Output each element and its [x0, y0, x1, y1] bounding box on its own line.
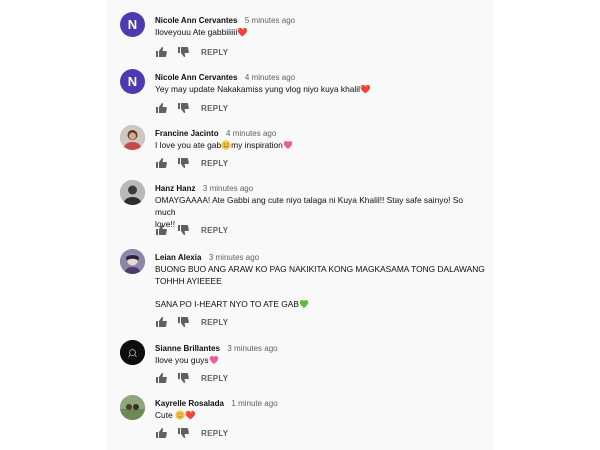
comment-author[interactable]: Kayrelle Rosalada: [155, 399, 224, 408]
comment-actions: REPLY: [155, 426, 228, 440]
comment-actions: REPLY: [155, 156, 228, 170]
comment-timestamp[interactable]: 5 minutes ago: [245, 16, 295, 25]
user-photo-icon: [120, 249, 145, 274]
reply-button[interactable]: REPLY: [201, 104, 228, 113]
green-heart-icon: [299, 299, 309, 312]
thumbs-down-icon[interactable]: [177, 224, 189, 236]
user-photo-icon: [120, 180, 145, 205]
comment-author[interactable]: Nicole Ann Cervantes: [155, 16, 237, 25]
avatar-letter: N: [127, 74, 138, 89]
comment-line: Iloveyouu Ate gabbiiiiii: [155, 27, 238, 37]
thumbs-up-icon[interactable]: [155, 316, 167, 328]
avatar[interactable]: [120, 340, 145, 365]
smile-emoji-icon: [221, 140, 231, 153]
comment-header: Nicole Ann Cervantes 5 minutes ago: [155, 12, 295, 26]
comment-text: Ilove you guys: [155, 354, 485, 368]
heart-emoji-icon: ❤️: [237, 27, 248, 37]
smiling-face-icon: [175, 410, 185, 423]
comment-line: Yey may update Nakakamiss yung vlog niyo…: [155, 84, 360, 94]
thumbs-up-icon[interactable]: [155, 102, 167, 114]
thumbs-up-icon[interactable]: [155, 427, 167, 439]
thumbs-up-icon[interactable]: [155, 224, 167, 236]
user-photo-icon: [120, 395, 145, 420]
user-photo-icon: [120, 125, 145, 150]
avatar[interactable]: [120, 395, 145, 420]
comment-line: I love you ate gab: [155, 140, 222, 150]
sparkling-heart-icon: [209, 355, 219, 368]
comment-text: Yey may update Nakakamiss yung vlog niyo…: [155, 83, 485, 95]
comment-author[interactable]: Nicole Ann Cervantes: [155, 73, 237, 82]
comment-line: Ilove you guys: [155, 355, 209, 365]
comment-text: Cute ❤️: [155, 409, 485, 423]
thumbs-down-icon[interactable]: [177, 102, 189, 114]
comment-timestamp[interactable]: 4 minutes ago: [226, 129, 276, 138]
reply-button[interactable]: REPLY: [201, 48, 228, 57]
thumbs-up-icon[interactable]: [155, 372, 167, 384]
comment-author[interactable]: Francine Jacinto: [155, 129, 219, 138]
thumbs-up-icon[interactable]: [155, 157, 167, 169]
comment-actions: REPLY: [155, 223, 228, 237]
comment-author[interactable]: Leian Alexia: [155, 253, 201, 262]
comment-actions: REPLY: [155, 371, 228, 385]
comment-actions: REPLY: [155, 45, 228, 59]
comment-header: Kayrelle Rosalada 1 minute ago: [155, 395, 278, 409]
comment-author[interactable]: Sianne Brillantes: [155, 344, 220, 353]
comment-timestamp[interactable]: 3 minutes ago: [227, 344, 277, 353]
comment-line: TOHHH AYIEEEE: [155, 276, 222, 286]
comment-header: Leian Alexia 3 minutes ago: [155, 249, 259, 263]
avatar[interactable]: N: [120, 12, 145, 37]
comment-line: SANA PO I-HEART NYO TO ATE GAB: [155, 299, 299, 309]
thumbs-down-icon[interactable]: [177, 157, 189, 169]
reply-button[interactable]: REPLY: [201, 226, 228, 235]
comment-line: Cute: [155, 410, 173, 420]
comment-text: I love you ate gab my inspiration: [155, 139, 485, 153]
reply-button[interactable]: REPLY: [201, 318, 228, 327]
comment-timestamp[interactable]: 4 minutes ago: [245, 73, 295, 82]
comment-line: my inspiration: [231, 140, 283, 150]
avatar[interactable]: [120, 125, 145, 150]
thumbs-down-icon[interactable]: [177, 316, 189, 328]
comment-text: Iloveyouu Ate gabbiiiiii❤️: [155, 26, 485, 38]
heart-emoji-icon: ❤️: [360, 84, 371, 94]
comment-header: Francine Jacinto 4 minutes ago: [155, 125, 276, 139]
reply-button[interactable]: REPLY: [201, 159, 228, 168]
comment-text: BUONG BUO ANG ARAW KO PAG NAKIKITA KONG …: [155, 263, 485, 312]
thumbs-down-icon[interactable]: [177, 427, 189, 439]
comment-timestamp[interactable]: 3 minutes ago: [209, 253, 259, 262]
comment-actions: REPLY: [155, 315, 228, 329]
comment-header: Sianne Brillantes 3 minutes ago: [155, 340, 278, 354]
thumbs-up-icon[interactable]: [155, 46, 167, 58]
heart-emoji-icon: ❤️: [185, 410, 196, 420]
reply-button[interactable]: REPLY: [201, 429, 228, 438]
comment-timestamp[interactable]: 1 minute ago: [231, 399, 277, 408]
comment-actions: REPLY: [155, 101, 228, 115]
comment-line: OMAYGAAAA! Ate Gabbi ang cute niyo talag…: [155, 195, 464, 217]
user-photo-icon: [120, 340, 145, 365]
comment-author[interactable]: Hanz Hanz: [155, 184, 195, 193]
comment-timestamp[interactable]: 3 minutes ago: [203, 184, 253, 193]
thumbs-down-icon[interactable]: [177, 46, 189, 58]
avatar-letter: N: [127, 17, 138, 32]
comments-section: N Nicole Ann Cervantes 5 minutes ago Ilo…: [107, 0, 493, 450]
thumbs-down-icon[interactable]: [177, 372, 189, 384]
avatar[interactable]: [120, 249, 145, 274]
avatar[interactable]: N: [120, 69, 145, 94]
reply-button[interactable]: REPLY: [201, 374, 228, 383]
sparkling-heart-icon: [283, 140, 293, 153]
comment-header: Nicole Ann Cervantes 4 minutes ago: [155, 69, 295, 83]
comment-header: Hanz Hanz 3 minutes ago: [155, 180, 253, 194]
avatar[interactable]: [120, 180, 145, 205]
comment-line: BUONG BUO ANG ARAW KO PAG NAKIKITA KONG …: [155, 264, 485, 274]
